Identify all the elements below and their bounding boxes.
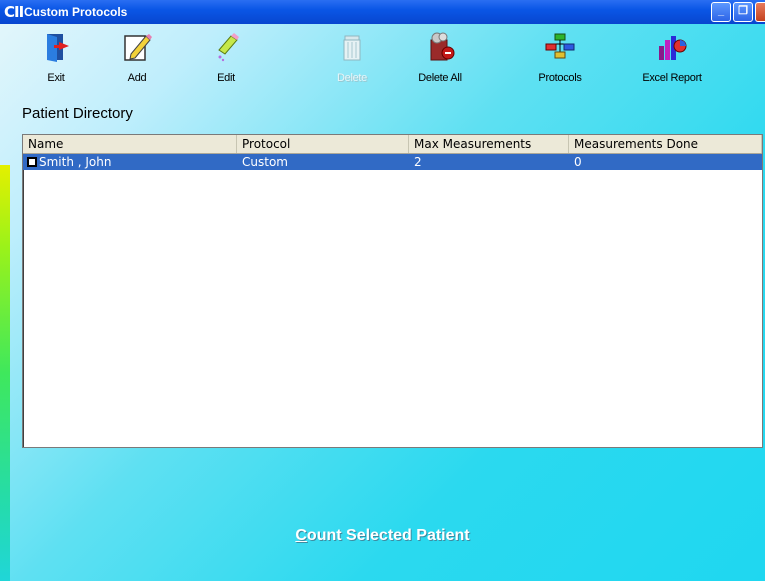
- close-button[interactable]: [755, 2, 765, 22]
- delete-all-button[interactable]: Delete All: [400, 30, 480, 92]
- column-header-measurements-done[interactable]: Measurements Done: [569, 135, 762, 153]
- app-icon: CII: [4, 3, 24, 21]
- minimize-button[interactable]: _: [711, 2, 731, 22]
- protocols-button[interactable]: Protocols: [520, 30, 600, 92]
- full-trash-icon: [430, 32, 455, 61]
- left-gradient-strip: [0, 165, 10, 581]
- excel-chart-icon: [659, 36, 687, 60]
- patient-protocol: Custom: [242, 155, 288, 169]
- restore-button[interactable]: ❐: [733, 2, 753, 22]
- column-header-protocol[interactable]: Protocol: [237, 135, 409, 153]
- delete-button[interactable]: Delete: [312, 30, 392, 92]
- add-pencil-icon: [124, 34, 152, 61]
- window-title: Custom Protocols: [24, 5, 128, 19]
- exit-button[interactable]: Exit: [16, 30, 96, 92]
- patient-list[interactable]: Name Protocol Max Measurements Measureme…: [22, 134, 763, 448]
- patient-max-measurements: 2: [414, 155, 422, 169]
- trash-can-icon: [343, 35, 361, 61]
- table-row[interactable]: Smith , John Custom 2 0: [23, 154, 762, 170]
- column-header-max-measurements[interactable]: Max Measurements: [409, 135, 569, 153]
- count-selected-patient-button[interactable]: Count Selected Patient: [0, 527, 765, 545]
- edit-eraser-icon: [218, 33, 239, 62]
- list-header: Name Protocol Max Measurements Measureme…: [23, 135, 762, 154]
- patient-measurements-done: 0: [574, 155, 582, 169]
- patient-name: Smith , John: [39, 155, 112, 169]
- protocol-tree-icon: [545, 33, 575, 59]
- excel-report-button[interactable]: Excel Report: [632, 30, 712, 92]
- patient-directory-title: Patient Directory: [22, 105, 133, 122]
- exit-door-icon: [47, 34, 69, 62]
- edit-button[interactable]: Edit: [186, 30, 266, 92]
- add-button[interactable]: Add: [97, 30, 177, 92]
- toolbar: Exit Add Edit Delete Delete All Protocol…: [0, 30, 765, 92]
- row-checkbox[interactable]: [27, 157, 37, 167]
- window-titlebar[interactable]: CII Custom Protocols _ ❐: [0, 0, 765, 24]
- column-header-name[interactable]: Name: [23, 135, 237, 153]
